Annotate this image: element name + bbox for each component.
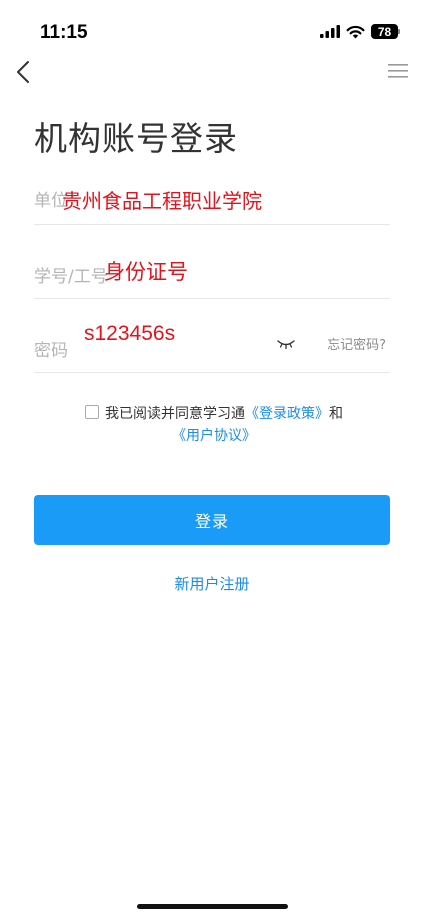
menu-icon[interactable] (388, 62, 408, 80)
school-field[interactable]: 单位 贵州食品工程职业学院 (34, 172, 390, 225)
home-indicator (137, 904, 288, 909)
wifi-icon (346, 25, 365, 38)
agreement-and: 和 (329, 406, 343, 422)
password-value: s123456s (84, 322, 176, 345)
forgot-password-link[interactable]: 忘记密码? (327, 334, 386, 353)
student-id-placeholder: 学号/工号 (34, 267, 108, 287)
battery-level: 78 (377, 24, 392, 39)
battery-tip (398, 29, 400, 34)
password-field[interactable]: 密码 s123456s 忘记密码? (34, 320, 390, 373)
agreement-prefix: 我已阅读并同意学习通 (105, 406, 245, 422)
agreement-checkbox[interactable] (85, 405, 99, 419)
student-id-field[interactable]: 学号/工号 身份证号 (34, 246, 390, 299)
cellular-signal-icon (320, 25, 340, 38)
login-policy-link[interactable]: 《登录政策》 (245, 406, 329, 422)
login-button[interactable]: 登录 (34, 495, 390, 545)
student-id-value: 身份证号 (104, 260, 188, 284)
school-value: 贵州食品工程职业学院 (62, 189, 262, 213)
back-arrow-icon[interactable] (12, 58, 36, 86)
password-placeholder: 密码 (34, 341, 68, 361)
page-title: 机构账号登录 (34, 119, 238, 158)
status-time: 11:15 (40, 22, 88, 43)
status-bar: 11:15 78 (0, 0, 424, 48)
user-agreement-link[interactable]: 《用户协议》 (172, 428, 256, 444)
battery-icon: 78 (371, 24, 398, 39)
nav-bar (0, 56, 424, 88)
eye-closed-icon[interactable] (276, 338, 296, 350)
agreement: 我已阅读并同意学习通《登录政策》和《用户协议》 (44, 403, 384, 447)
status-icons: 78 (320, 24, 400, 39)
register-link[interactable]: 新用户注册 (0, 573, 424, 594)
